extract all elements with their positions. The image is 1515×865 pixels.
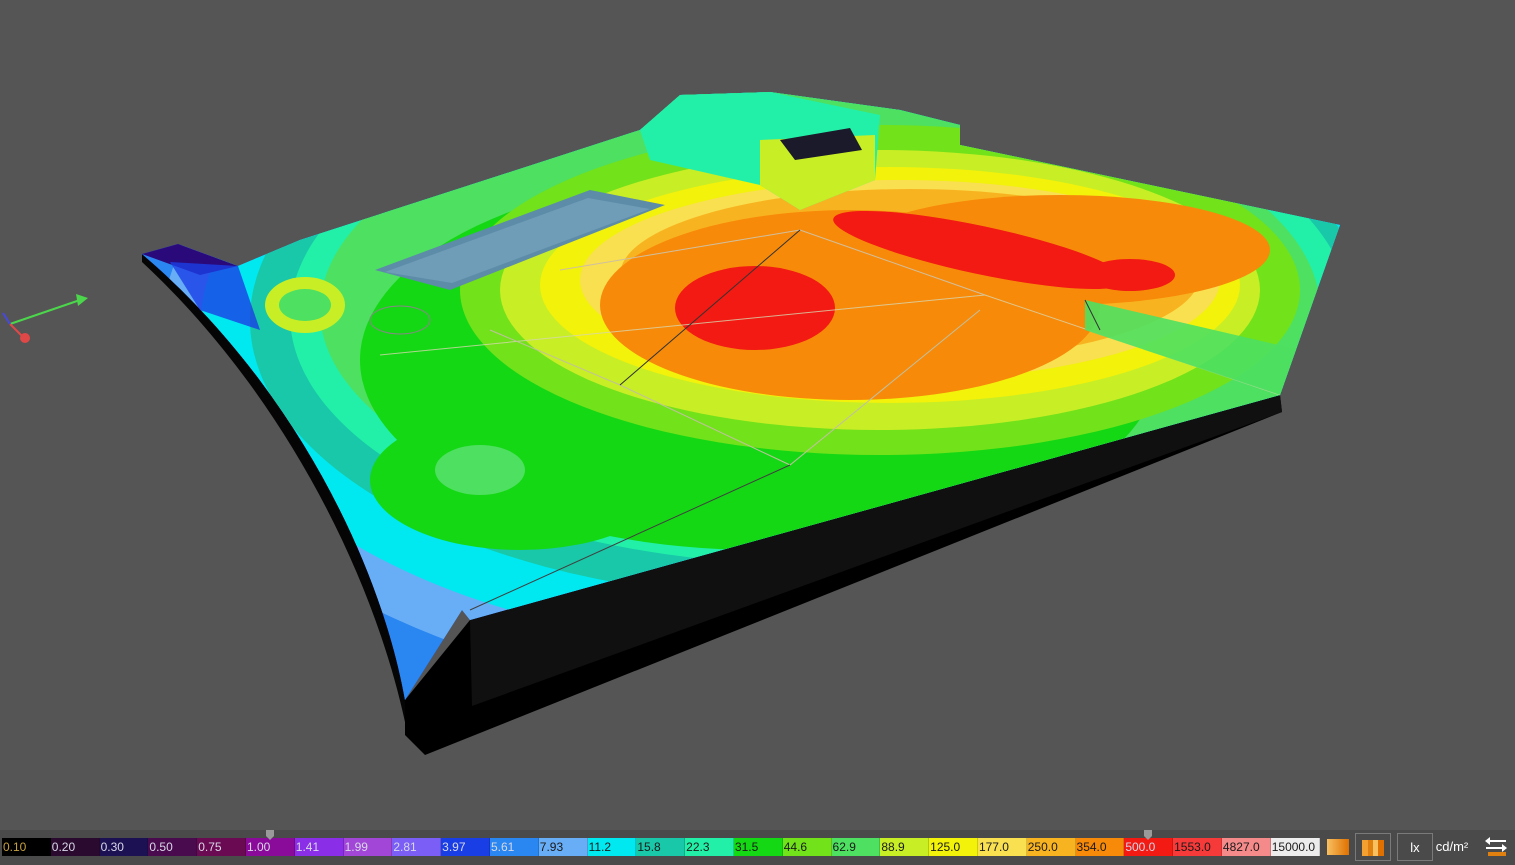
scale-level-0: 0.10 (2, 838, 51, 856)
scale-level-18: 88.9 (880, 838, 930, 856)
scale-level-19: 125.0 (929, 838, 978, 856)
scale-level-10: 5.61 (489, 838, 539, 856)
unit-luminance-button[interactable]: cd/m² (1434, 833, 1470, 861)
scale-level-24: 1553.0 (1173, 838, 1222, 856)
scale-track[interactable]: 0.10 0.20 0.30 0.50 0.75 1.00 1.41 1.99 2.81 3.97… (2, 838, 1320, 856)
gradient-smooth-icon (1327, 839, 1349, 855)
false-color-scene[interactable] (0, 0, 1515, 830)
scale-level-17: 62.9 (831, 838, 881, 856)
scale-level-3: 0.50 (148, 838, 198, 856)
scale-level-2: 0.30 (99, 838, 149, 856)
scale-level-13: 15.8 (636, 838, 686, 856)
gradient-stepped-button[interactable] (1355, 833, 1391, 861)
gradient-smooth-button[interactable] (1322, 833, 1350, 861)
x-axis-arrow (9, 299, 81, 325)
scale-level-1: 0.20 (50, 838, 100, 856)
range-high-slider[interactable] (1144, 830, 1153, 840)
scale-level-16: 44.6 (782, 838, 832, 856)
scale-level-8: 2.81 (392, 838, 442, 856)
scale-level-6: 1.41 (294, 838, 344, 856)
scale-level-26: 15000.0 (1270, 838, 1320, 856)
scale-level-4: 0.75 (197, 838, 246, 856)
scale-level-25: 4827.0 (1221, 838, 1271, 856)
scale-level-21: 250.0 (1026, 838, 1076, 856)
unit-lux-button[interactable]: lx (1397, 833, 1433, 861)
scale-level-23: 500.0 (1124, 838, 1174, 856)
scale-level-5: 1.00 (245, 838, 295, 856)
scale-level-9: 3.97 (441, 838, 490, 856)
illuminance-heatmap[interactable] (70, 0, 1510, 780)
scale-level-20: 177.0 (977, 838, 1027, 856)
scale-level-7: 1.99 (343, 838, 393, 856)
z-axis-arrow (2, 312, 11, 325)
scale-level-15: 31.5 (733, 838, 783, 856)
3d-viewport[interactable] (0, 0, 1515, 830)
scale-level-11: 7.93 (538, 838, 588, 856)
scale-level-14: 22.3 (685, 838, 734, 856)
swap-arrows-icon (1485, 837, 1507, 856)
range-low-slider[interactable] (266, 830, 274, 840)
y-axis-arrow (9, 323, 23, 337)
scale-level-12: 11.2 (587, 838, 637, 856)
gradient-stepped-icon (1362, 840, 1384, 856)
swap-button[interactable] (1480, 833, 1512, 861)
scale-level-22: 354.0 (1075, 838, 1125, 856)
axes-gizmo[interactable] (2, 294, 88, 343)
false-color-scale-bar: 0.10 0.20 0.30 0.50 0.75 1.00 1.41 1.99 2.81 3.97… (0, 830, 1515, 865)
